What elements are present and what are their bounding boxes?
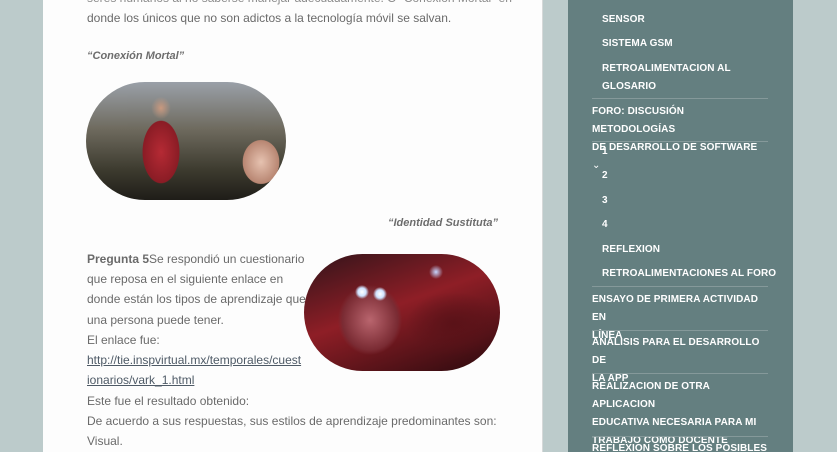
sidebar-navigation: SENSOR SISTEMA GSM RETROALIMENTACION AL … <box>568 0 793 452</box>
nav-item-foro[interactable]: FORO: DISCUSIÓN METODOLOGÍAS DE DESARROL… <box>592 103 768 175</box>
nav-divider <box>592 330 768 331</box>
nav-divider <box>592 286 768 287</box>
caption-text: “Conexión Mortal” <box>87 50 185 62</box>
image-conexion-mortal <box>86 82 286 200</box>
nav-divider <box>592 141 768 142</box>
chevron-down-icon[interactable]: ⌄ <box>592 160 600 171</box>
result-line: De acuerdo a sus respuestas, sus estilos… <box>87 414 497 428</box>
nav-item-label: FORO: DISCUSIÓN METODOLOGÍAS <box>592 106 685 135</box>
vark-link-line1[interactable]: http://tie.inspvirtual.mx/temporales/cue… <box>87 353 301 367</box>
nav-divider <box>592 373 768 374</box>
paragraph-intro: donde los únicos que no son adictos a la… <box>87 11 452 25</box>
nav-item-3[interactable]: 3 <box>602 192 608 210</box>
result-line: Visual. <box>87 434 123 448</box>
nav-divider <box>592 436 768 437</box>
caption-conexion-mortal: “Conexión Mortal” <box>87 45 184 66</box>
nav-item-label: GLOSARIO <box>602 81 657 92</box>
question-line: donde están los tipos de aprendizaje que <box>87 292 306 306</box>
result-line: Este fue el resultado obtenido: <box>87 394 250 408</box>
nav-item-retroalimentaciones-foro[interactable]: RETROALIMENTACIONES AL FORO <box>602 265 776 283</box>
nav-item-reflexion[interactable]: REFLEXION <box>602 241 660 259</box>
nav-item-retroalimentacion-glosario[interactable]: RETROALIMENTACION AL GLOSARIO <box>602 60 731 96</box>
caption-identidad-sustituta: “Identidad Sustituta” <box>388 212 498 233</box>
nav-item-label: REALIZACION DE OTRA APLICACION <box>592 381 710 410</box>
vark-link-line2[interactable]: ionarios/vark_1.html <box>87 373 194 387</box>
nav-item-4[interactable]: 4 <box>602 216 608 234</box>
nav-item-sistema-gsm[interactable]: SISTEMA GSM <box>602 35 673 53</box>
nav-item-label: EDUCATIVA NECESARIA PARA MI <box>592 417 757 428</box>
nav-divider <box>592 98 768 99</box>
question-line: que reposa en el siguiente enlace en <box>87 272 284 286</box>
nav-item-label: DE DESARROLLO DE SOFTWARE ⌄ <box>592 142 758 171</box>
nav-item-reflexion-posibles[interactable]: REFLEXION SOBRE LOS POSIBLES <box>592 440 768 452</box>
caption-text: “Identidad Sustituta” <box>388 217 498 229</box>
question-line: una persona puede tener. <box>87 313 224 327</box>
image-identidad-sustituta <box>304 254 500 371</box>
nav-item-label: RETROALIMENTACION AL <box>602 63 731 74</box>
vark-link[interactable]: http://tie.inspvirtual.mx/temporales/cue… <box>87 350 301 370</box>
nav-item-1[interactable]: 1 <box>602 143 608 161</box>
vark-link-continuation[interactable]: ionarios/vark_1.html <box>87 370 194 390</box>
nav-item-label: ENSAYO DE PRIMERA ACTIVIDAD EN <box>592 294 759 323</box>
question-text: Se respondió un cuestionario <box>149 252 305 266</box>
question-line: El enlace fue: <box>87 333 160 347</box>
article-content: seres humanos al no saberse manejar adec… <box>43 0 543 452</box>
nav-item-2[interactable]: 2 <box>602 167 608 185</box>
paragraph-top-cut: seres humanos al no saberse manejar adec… <box>87 0 512 8</box>
question-line: Pregunta 5Se respondió un cuestionario <box>87 249 304 269</box>
nav-item-label: ANALISIS PARA EL DESARROLLO DE <box>592 337 760 366</box>
nav-item-sensor[interactable]: SENSOR <box>602 11 645 29</box>
question-label: Pregunta 5 <box>87 252 150 266</box>
